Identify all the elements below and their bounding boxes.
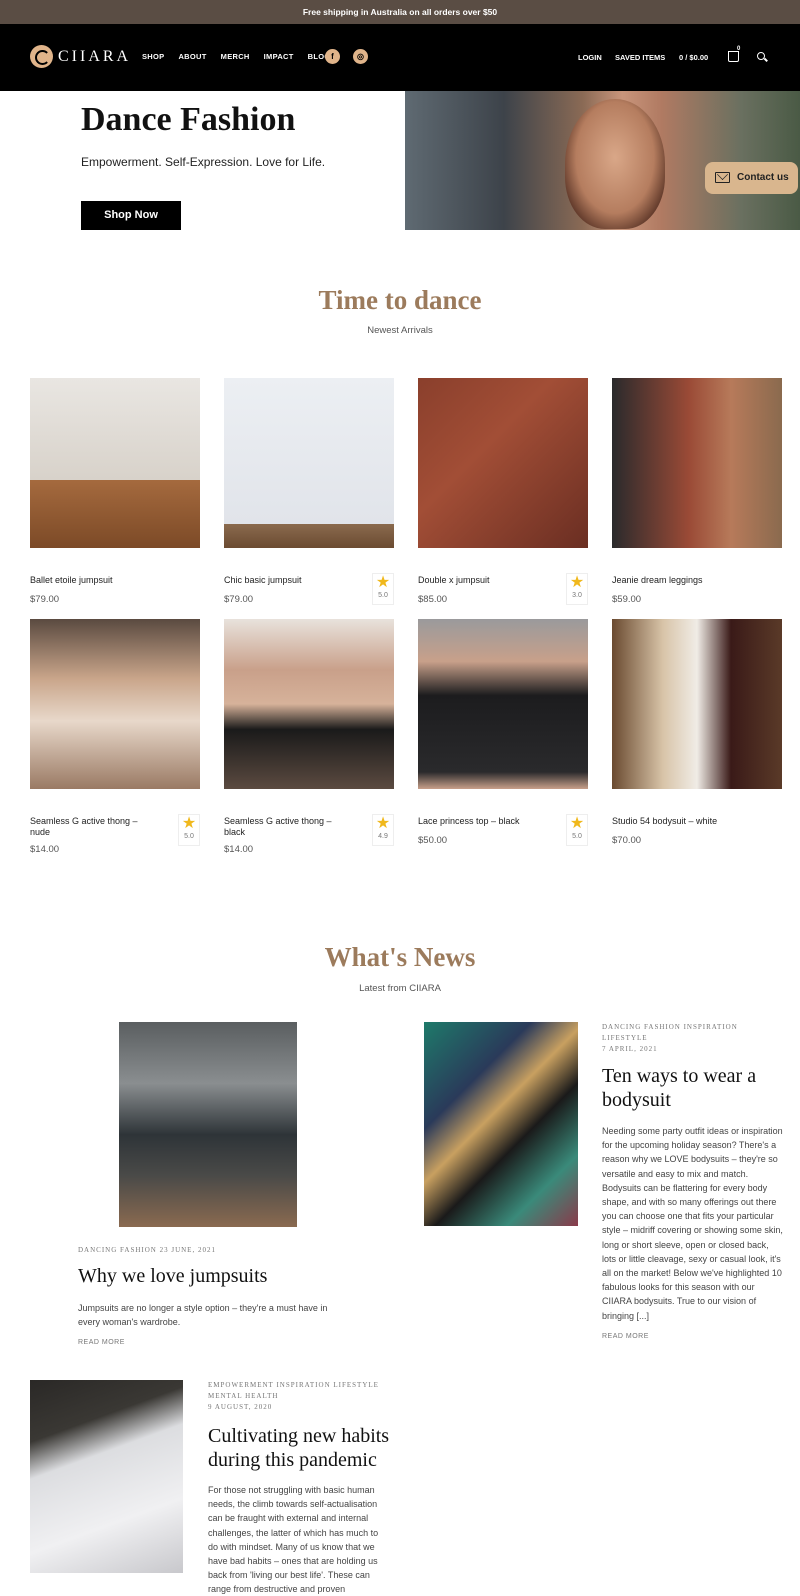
product-image[interactable] xyxy=(30,378,200,548)
product-price: $14.00 xyxy=(30,844,60,855)
post-tags: DANCING FASHION INSPIRATION LIFESTYLE 7 … xyxy=(602,1023,738,1053)
shop-now-button[interactable]: Shop Now xyxy=(81,201,181,230)
hero-model-photo xyxy=(565,99,665,229)
instagram-icon[interactable]: ◎ xyxy=(353,49,368,64)
product-name[interactable]: Double x jumpsuit xyxy=(418,575,538,586)
product-price: $85.00 xyxy=(418,594,448,605)
saved-items-link[interactable]: SAVED ITEMS xyxy=(615,53,665,62)
arrivals-subtitle: Newest Arrivals xyxy=(367,325,433,336)
star-icon: ★ xyxy=(375,574,391,591)
post-excerpt: Jumpsuits are no longer a style option –… xyxy=(78,1303,328,1328)
star-icon: ★ xyxy=(569,574,585,591)
contact-us-label: Contact us xyxy=(737,172,789,183)
contact-us-button[interactable]: Contact us xyxy=(705,162,798,194)
post-image[interactable] xyxy=(424,1022,578,1226)
main-nav: CIIARA SHOP ABOUT MERCH IMPACT BLOG f ◎ … xyxy=(0,24,800,91)
product-card[interactable]: Jeanie dream leggings $59.00 xyxy=(612,378,782,605)
nav-links: SHOP ABOUT MERCH IMPACT BLOG xyxy=(142,52,331,61)
product-card[interactable]: Studio 54 bodysuit – white $70.00 xyxy=(612,619,782,846)
rating-badge: ★ 5.0 xyxy=(372,573,394,605)
post-title[interactable]: Ten ways to wear a bodysuit xyxy=(602,1064,792,1112)
post-excerpt: For those not struggling with basic huma… xyxy=(208,1485,379,1595)
rating-badge: ★ 4.9 xyxy=(372,814,394,846)
post-tags: EMPOWERMENT INSPIRATION LIFESTYLE MENTAL… xyxy=(208,1381,379,1411)
post-excerpt: Needing some party outfit ideas or inspi… xyxy=(602,1126,783,1321)
product-image[interactable] xyxy=(418,619,588,789)
product-name[interactable]: Studio 54 bodysuit – white xyxy=(612,816,732,827)
product-card[interactable]: Seamless G active thong – nude $14.00 ★ … xyxy=(30,619,200,855)
product-price: $70.00 xyxy=(612,835,642,846)
nav-item-about[interactable]: ABOUT xyxy=(178,52,206,61)
product-name[interactable]: Ballet etoile jumpsuit xyxy=(30,575,150,586)
login-link[interactable]: LOGIN xyxy=(578,53,602,62)
product-name[interactable]: Seamless G active thong – nude xyxy=(30,816,150,838)
product-card[interactable]: Ballet etoile jumpsuit $79.00 xyxy=(30,378,200,605)
hero-title: Dance Fashion xyxy=(81,101,296,138)
product-name[interactable]: Lace princess top – black xyxy=(418,816,538,827)
product-price: $50.00 xyxy=(418,835,448,846)
nav-item-shop[interactable]: SHOP xyxy=(142,52,164,61)
logo-text: CIIARA xyxy=(58,47,132,65)
rating-value: 5.0 xyxy=(378,592,388,599)
read-more-link[interactable]: READ MORE xyxy=(78,1339,125,1346)
product-price: $14.00 xyxy=(224,844,254,855)
product-card[interactable]: Lace princess top – black $50.00 ★ 5.0 xyxy=(418,619,588,846)
product-price: $79.00 xyxy=(30,594,60,605)
product-name[interactable]: Jeanie dream leggings xyxy=(612,575,732,586)
rating-value: 3.0 xyxy=(572,592,582,599)
product-image[interactable] xyxy=(30,619,200,789)
envelope-icon xyxy=(715,172,730,183)
cart-icon[interactable] xyxy=(728,51,739,62)
product-price: $59.00 xyxy=(612,594,642,605)
product-name[interactable]: Chic basic jumpsuit xyxy=(224,575,344,586)
news-subtitle: Latest from CIIARA xyxy=(359,983,441,994)
news-title: What's News xyxy=(324,942,476,972)
product-image[interactable] xyxy=(224,378,394,548)
logo[interactable]: CIIARA xyxy=(30,45,131,68)
rating-badge: ★ 5.0 xyxy=(566,814,588,846)
product-card[interactable]: Double x jumpsuit $85.00 ★ 3.0 xyxy=(418,378,588,605)
nav-item-impact[interactable]: IMPACT xyxy=(264,52,294,61)
hero-subtitle: Empowerment. Self-Expression. Love for L… xyxy=(81,155,326,169)
nav-item-merch[interactable]: MERCH xyxy=(221,52,250,61)
post-title[interactable]: Why we love jumpsuits xyxy=(78,1264,378,1288)
post-title[interactable]: Cultivating new habits during this pande… xyxy=(208,1424,398,1472)
product-image[interactable] xyxy=(612,619,782,789)
star-icon: ★ xyxy=(181,815,197,832)
hero-image xyxy=(405,91,800,230)
post-image[interactable] xyxy=(119,1022,297,1227)
post-tags: DANCING FASHION 23 JUNE, 2021 xyxy=(78,1246,216,1254)
cart-count-badge: 0 xyxy=(737,46,741,52)
product-card[interactable]: Seamless G active thong – black $14.00 ★… xyxy=(224,619,394,855)
rating-badge: ★ 3.0 xyxy=(566,573,588,605)
star-icon: ★ xyxy=(375,815,391,832)
logo-mark-icon xyxy=(30,45,53,68)
rating-value: 5.0 xyxy=(572,833,582,840)
rating-value: 4.9 xyxy=(378,833,388,840)
cart-total[interactable]: 0 / $0.00 xyxy=(679,53,708,62)
product-name[interactable]: Seamless G active thong – black xyxy=(224,816,344,838)
facebook-icon[interactable]: f xyxy=(325,49,340,64)
rating-value: 5.0 xyxy=(184,833,194,840)
product-card[interactable]: Chic basic jumpsuit $79.00 ★ 5.0 xyxy=(224,378,394,605)
rating-badge: ★ 5.0 xyxy=(178,814,200,846)
search-icon[interactable] xyxy=(757,52,765,60)
product-price: $79.00 xyxy=(224,594,254,605)
post-image[interactable] xyxy=(30,1380,183,1573)
arrivals-title: Time to dance xyxy=(318,285,482,315)
read-more-link[interactable]: READ MORE xyxy=(602,1333,649,1340)
product-image[interactable] xyxy=(224,619,394,789)
shipping-banner: Free shipping in Australia on all orders… xyxy=(0,0,800,24)
star-icon: ★ xyxy=(569,815,585,832)
product-image[interactable] xyxy=(418,378,588,548)
product-image[interactable] xyxy=(612,378,782,548)
